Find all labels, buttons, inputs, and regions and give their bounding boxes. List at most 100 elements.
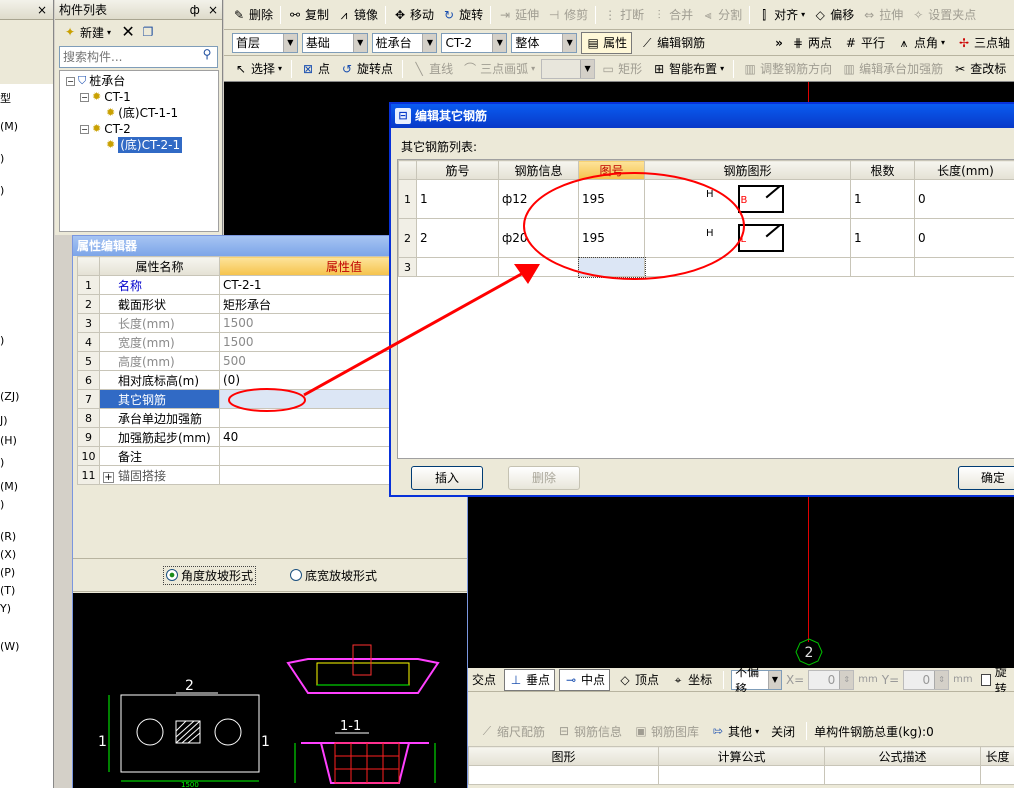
rebar-cell-info[interactable] (498, 257, 579, 277)
rebar-cell-info[interactable]: ф20 (498, 218, 579, 258)
rebar-cell-bar[interactable]: 2 (416, 218, 499, 258)
edit-rebar-button[interactable]: ⟋ 编辑钢筋 (636, 32, 709, 54)
snap-intersect[interactable]: 交点 (468, 669, 500, 691)
rotate-point-button[interactable]: ↺ 旋转点 (336, 58, 397, 80)
left-strip-code[interactable]: ) (0, 334, 4, 347)
left-strip-code[interactable]: (P) (0, 566, 15, 579)
three-points-button[interactable]: ✢ 三点轴 (953, 32, 1014, 54)
close-icon[interactable]: × (208, 3, 218, 17)
select-button[interactable]: ↖ 选择 ▾ (230, 58, 286, 80)
pin-icon[interactable]: ф (190, 3, 200, 17)
rotate-button[interactable]: ↻ 旋转 (438, 4, 487, 26)
adjust-direction-button[interactable]: ▥ 调整钢筋方向 (739, 58, 836, 80)
rect-button[interactable]: ▭ 矩形 (597, 58, 646, 80)
category-select[interactable]: 基础 ▼ (301, 32, 368, 53)
break-button[interactable]: ⋮ 打断 (599, 4, 648, 26)
insert-button[interactable]: 插入 (411, 466, 483, 490)
close-icon[interactable]: × (37, 3, 53, 17)
left-strip-code[interactable]: (M) (0, 480, 18, 493)
rebar-cell-bar[interactable]: 1 (416, 179, 499, 219)
snap-vertex[interactable]: ◇ 顶点 (614, 669, 663, 691)
delete-button[interactable]: 删除 (508, 466, 580, 490)
ok-button[interactable]: 确定 (958, 466, 1014, 490)
type-select[interactable]: 桩承台 ▼ (371, 32, 438, 53)
radio-width[interactable]: 底宽放坡形式 (290, 567, 377, 584)
rebar-cell-count[interactable] (850, 257, 915, 277)
rebar-list-row[interactable]: 1 1 ф12 195 H B 1 0 (398, 179, 1014, 219)
smart-layout-button[interactable]: ⊞ 智能布置 ▾ (648, 58, 728, 80)
collapse-icon[interactable]: − (66, 76, 75, 86)
left-strip-code[interactable]: (W) (0, 640, 19, 653)
edit-strength-button[interactable]: ▥ 编辑承台加强筋 (838, 58, 947, 80)
left-strip-code[interactable]: ) (0, 456, 4, 469)
rotate-checkbox[interactable] (980, 673, 991, 686)
delete-button[interactable]: ✎ 删除 (228, 4, 277, 26)
set-grip-button[interactable]: ✧ 设置夹点 (907, 4, 980, 26)
rebar-cell-bar[interactable] (416, 257, 499, 277)
other-button[interactable]: ⇰ 其他 ▾ (707, 720, 763, 742)
rebar-cell-shape-no[interactable]: 195 (578, 218, 645, 258)
new-button[interactable]: ✦ 新建 ▾ (59, 21, 115, 43)
left-strip-code[interactable]: (R) (0, 530, 16, 543)
left-strip-code[interactable]: ) (0, 498, 4, 511)
rebar-list-row[interactable]: 2 2 ф20 195 H L 1 0 (398, 218, 1014, 258)
point-angle-button[interactable]: ⩚ 点角 ▾ (893, 32, 949, 54)
move-button[interactable]: ✥ 移动 (389, 4, 438, 26)
rebar-cell-length[interactable]: 0 (914, 179, 1014, 219)
y-input[interactable]: 0 ⇕ (903, 669, 950, 690)
collapse-icon[interactable]: − (80, 124, 89, 134)
tree-item[interactable]: − ✹ CT-2 (60, 121, 218, 137)
floor-select[interactable]: 首层 ▼ (232, 32, 298, 53)
rebar-info-button[interactable]: ⊟ 钢筋信息 (553, 720, 626, 742)
snap-perpendicular[interactable]: ⊥ 垂点 (504, 668, 556, 691)
delete-icon[interactable]: ✕ (121, 24, 135, 40)
part-select[interactable]: 整体 ▼ (511, 32, 578, 53)
rebar-list-row[interactable]: 3 (398, 256, 1014, 278)
left-strip-code[interactable]: ) (0, 152, 4, 165)
left-strip-code[interactable]: 型 (0, 90, 11, 106)
overflow-icon[interactable]: » (775, 36, 783, 50)
expand-icon[interactable]: + (103, 471, 114, 483)
trim-button[interactable]: ⊣ 修剪 (543, 4, 592, 26)
arc-combo[interactable]: ▼ (541, 58, 596, 79)
align-button[interactable]: ⫿ 对齐 ▾ (753, 4, 809, 26)
two-points-button[interactable]: ⋕ 两点 (787, 32, 836, 54)
tree-item[interactable]: ✹ (底)CT-2-1 (60, 137, 218, 153)
offset-mode-select[interactable]: 不偏移 ▼ (731, 665, 782, 696)
left-strip-code[interactable]: J) (0, 414, 8, 427)
component-select[interactable]: CT-2 ▼ (441, 32, 508, 53)
rebar-cell-length[interactable] (914, 257, 1014, 277)
rebar-cell-length[interactable]: 0 (914, 218, 1014, 258)
collapse-icon[interactable]: − (80, 92, 89, 102)
left-strip-code[interactable]: ) (0, 184, 4, 197)
search-icon[interactable]: ⚲ (197, 47, 217, 67)
rebar-cell-info[interactable]: ф12 (498, 179, 579, 219)
left-strip-code[interactable]: Y) (0, 602, 11, 615)
rebar-cell-shape-no[interactable]: 195 (578, 179, 645, 219)
tree-item[interactable]: − ✹ CT-1 (60, 89, 218, 105)
rebar-table-row[interactable] (468, 765, 1014, 785)
rebar-shape-cell[interactable]: HL (644, 218, 851, 258)
rebar-cell-count[interactable]: 1 (850, 179, 915, 219)
tree-item[interactable]: ✹ (底)CT-1-1 (60, 105, 218, 121)
split-button[interactable]: ⫷ 分割 (697, 4, 746, 26)
rebar-cell-count[interactable]: 1 (850, 218, 915, 258)
close-button[interactable]: 关闭 (767, 720, 799, 742)
line-button[interactable]: ╲ 直线 (408, 58, 457, 80)
rebar-library-button[interactable]: ▣ 钢筋图库 (630, 720, 703, 742)
property-button[interactable]: ▤ 属性 (581, 31, 633, 54)
rebar-shape-cell[interactable] (644, 257, 851, 277)
tree-item[interactable]: − ⛉ 桩承台 (60, 73, 218, 89)
parallel-button[interactable]: # 平行 (840, 32, 889, 54)
copy-button[interactable]: ⚯ 复制 (284, 4, 333, 26)
point-button[interactable]: ⊠ 点 (297, 58, 334, 80)
snap-midpoint[interactable]: ⊸ 中点 (559, 668, 611, 691)
copy-icon[interactable]: ❐ (141, 25, 155, 39)
extend-button[interactable]: ⇥ 延伸 (494, 4, 543, 26)
arc-button[interactable]: ⌒ 三点画弧 ▾ (459, 58, 539, 80)
left-strip-code[interactable]: (X) (0, 548, 16, 561)
mirror-button[interactable]: ⩘ 镜像 (333, 4, 382, 26)
merge-button[interactable]: ⫶ 合并 (648, 4, 697, 26)
scale-rebar-button[interactable]: ⟋ 缩尺配筋 (476, 720, 549, 742)
check-button[interactable]: ✂ 查改标 (949, 58, 1010, 80)
